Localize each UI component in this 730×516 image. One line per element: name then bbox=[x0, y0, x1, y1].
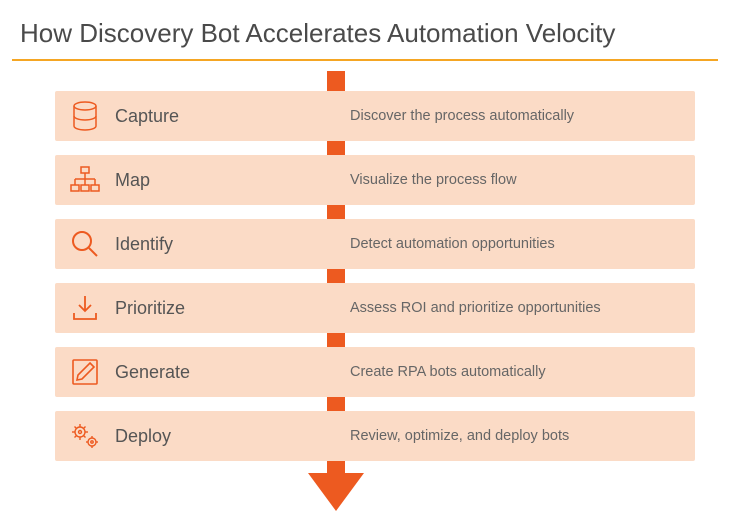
step-row-capture: Capture Discover the process automatical… bbox=[55, 91, 695, 141]
download-icon bbox=[55, 283, 115, 333]
magnifier-icon bbox=[55, 219, 115, 269]
step-row-generate: Generate Create RPA bots automatically bbox=[55, 347, 695, 397]
step-row-deploy: Deploy Review, optimize, and deploy bots bbox=[55, 411, 695, 461]
step-label: Prioritize bbox=[115, 298, 300, 319]
step-rows: Capture Discover the process automatical… bbox=[55, 91, 695, 475]
step-row-map: Map Visualize the process flow bbox=[55, 155, 695, 205]
step-desc: Assess ROI and prioritize opportunities bbox=[300, 300, 601, 316]
step-label: Deploy bbox=[115, 426, 300, 447]
page-title: How Discovery Bot Accelerates Automation… bbox=[0, 0, 730, 59]
flowchart-icon bbox=[55, 155, 115, 205]
diagram-stage: Capture Discover the process automatical… bbox=[0, 71, 730, 511]
step-label: Map bbox=[115, 170, 300, 191]
title-underline bbox=[12, 59, 718, 61]
step-desc: Detect automation opportunities bbox=[300, 236, 555, 252]
step-label: Capture bbox=[115, 106, 300, 127]
database-icon bbox=[55, 91, 115, 141]
flow-arrow-head bbox=[308, 473, 364, 511]
step-desc: Review, optimize, and deploy bots bbox=[300, 428, 569, 444]
step-row-prioritize: Prioritize Assess ROI and prioritize opp… bbox=[55, 283, 695, 333]
gears-icon bbox=[55, 411, 115, 461]
step-desc: Create RPA bots automatically bbox=[300, 364, 546, 380]
step-desc: Visualize the process flow bbox=[300, 172, 517, 188]
step-label: Identify bbox=[115, 234, 300, 255]
step-label: Generate bbox=[115, 362, 300, 383]
step-desc: Discover the process automatically bbox=[300, 108, 574, 124]
step-row-identify: Identify Detect automation opportunities bbox=[55, 219, 695, 269]
pencil-icon bbox=[55, 347, 115, 397]
